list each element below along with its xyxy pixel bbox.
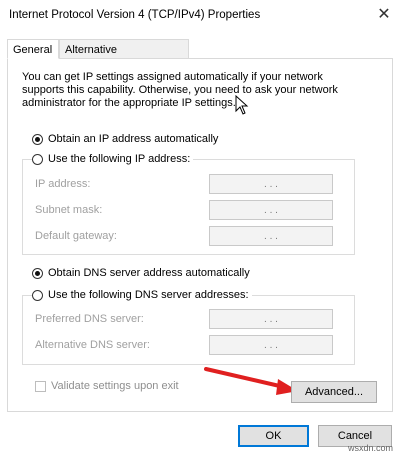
use-ip-manual-radio[interactable]: Use the following IP address: [32, 153, 194, 166]
obtain-dns-auto-radio[interactable]: Obtain DNS server address automatically [32, 267, 250, 280]
tab-general[interactable]: General [7, 39, 59, 59]
preferred-dns-dots: . . . [264, 313, 278, 325]
checkbox-icon[interactable] [35, 380, 46, 392]
ip-address-dots: . . . [264, 178, 278, 190]
default-gateway-label: Default gateway: [35, 230, 117, 242]
tab-alternative-configuration[interactable]: Alternative Configuration [59, 39, 189, 76]
preferred-dns-label: Preferred DNS server: [35, 313, 144, 325]
subnet-mask-field[interactable]: . . . [209, 200, 333, 220]
default-gateway-field[interactable]: . . . [209, 226, 333, 246]
use-ip-manual-label: Use the following IP address: [48, 153, 191, 165]
window-title: Internet Protocol Version 4 (TCP/IPv4) P… [9, 9, 261, 21]
alternative-dns-field[interactable]: . . . [209, 335, 333, 355]
watermark-text: wsxdn.com [348, 443, 394, 453]
use-dns-manual-radio[interactable]: Use the following DNS server addresses: [32, 289, 252, 302]
close-icon[interactable]: ✕ [372, 4, 396, 26]
default-gateway-dots: . . . [264, 230, 278, 242]
obtain-ip-auto-radio[interactable]: Obtain an IP address automatically [32, 133, 218, 146]
ip-address-field[interactable]: . . . [209, 174, 333, 194]
intro-text: You can get IP settings assigned automat… [22, 71, 338, 109]
radio-icon[interactable] [32, 134, 43, 145]
alternative-dns-dots: . . . [264, 339, 278, 351]
tab-general-label: General [13, 44, 53, 56]
preferred-dns-field[interactable]: . . . [209, 309, 333, 329]
radio-icon[interactable] [32, 268, 43, 279]
subnet-mask-dots: . . . [264, 204, 278, 216]
ip-address-label: IP address: [35, 178, 91, 190]
ok-button[interactable]: OK [238, 425, 309, 447]
mouse-cursor-icon [235, 95, 249, 115]
radio-icon[interactable] [32, 154, 43, 165]
obtain-dns-auto-label: Obtain DNS server address automatically [48, 267, 250, 279]
radio-icon[interactable] [32, 290, 43, 301]
red-arrow-annotation [204, 367, 298, 395]
advanced-button[interactable]: Advanced... [291, 381, 377, 403]
validate-settings-checkbox[interactable]: Validate settings upon exit [35, 380, 179, 392]
validate-settings-label: Validate settings upon exit [51, 380, 179, 392]
alternative-dns-label: Alternative DNS server: [35, 339, 150, 351]
obtain-ip-auto-label: Obtain an IP address automatically [48, 133, 219, 145]
title-bar: Internet Protocol Version 4 (TCP/IPv4) P… [0, 0, 400, 30]
subnet-mask-label: Subnet mask: [35, 204, 103, 216]
use-dns-manual-label: Use the following DNS server addresses: [48, 289, 249, 301]
